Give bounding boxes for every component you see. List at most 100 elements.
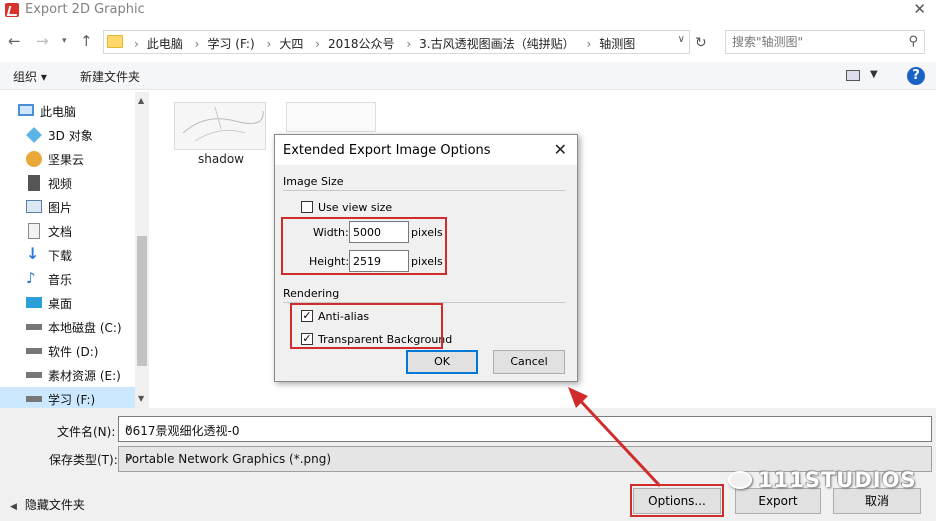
address-bar-row: ← → ▾ ↑ › 此电脑 › 学习 (F:) › 大四 › 2018公众号 › 3.古风… [0, 26, 936, 58]
sidebar-item-label: 桌面 [48, 297, 73, 311]
music-icon: ♪ [26, 269, 36, 287]
3d-objects-icon [26, 127, 42, 143]
forward-arrow-icon[interactable]: → [36, 32, 49, 50]
pictures-icon [26, 200, 42, 213]
ok-button[interactable]: OK [406, 350, 478, 374]
search-box[interactable]: ⚲ [725, 30, 925, 54]
breadcrumb-item[interactable]: 学习 (F:) [207, 37, 254, 51]
command-toolbar: 组织 ▾ 新建文件夹 ▼ ? [0, 62, 936, 90]
breadcrumb: › 此电脑 › 学习 (F:) › 大四 › 2018公众号 › 3.古风透视图画法（纯拼… [126, 35, 635, 52]
sidebar-item-label: 图片 [48, 201, 73, 215]
view-mode-icon[interactable] [846, 70, 860, 81]
scroll-up-icon[interactable]: ▲ [138, 96, 144, 105]
sidebar-item-documents[interactable]: 文档 [0, 219, 135, 243]
watermark-text: 111STUDIOS [758, 468, 917, 492]
sidebar-item-label: 学习 (F:) [48, 393, 96, 407]
file-thumbnail[interactable] [174, 102, 266, 150]
window-title: Export 2D Graphic [25, 2, 145, 17]
up-arrow-icon[interactable]: ↑ [80, 32, 93, 50]
breadcrumb-separator-icon: › [406, 37, 412, 51]
sidebar-item-pictures[interactable]: 图片 [0, 195, 135, 219]
breadcrumb-item[interactable]: 3.古风透视图画法（纯拼贴） [419, 37, 574, 51]
refresh-icon[interactable]: ↻ [695, 35, 707, 51]
chevron-down-icon[interactable]: ∨ [125, 453, 927, 464]
back-arrow-icon[interactable]: ← [8, 32, 21, 50]
scroll-down-icon[interactable]: ▼ [138, 394, 144, 403]
sidebar-item-label: 文档 [48, 225, 73, 239]
options-highlight-box [630, 484, 724, 517]
help-icon[interactable]: ? [907, 67, 925, 85]
breadcrumb-item[interactable]: 轴测图 [599, 37, 635, 51]
file-name-label[interactable]: shadow [198, 152, 244, 166]
image-size-group-label: Image Size [283, 175, 344, 188]
window-close-button[interactable]: ✕ [913, 0, 926, 18]
sidebar-item-label: 本地磁盘 (C:) [48, 321, 122, 335]
sidebar-item-videos[interactable]: 视频 [0, 171, 135, 195]
hide-folders-toggle[interactable]: ◀ 隐藏文件夹 [10, 496, 85, 513]
computer-icon [18, 104, 34, 116]
export-options-dialog: Extended Export Image Options ✕ Image Si… [274, 134, 578, 382]
sidebar-item-nutstore[interactable]: 坚果云 [0, 147, 135, 171]
dialog-title: Extended Export Image Options [283, 143, 491, 158]
sidebar-item-drive-f[interactable]: 学习 (F:) [0, 387, 135, 408]
sidebar-item-desktop[interactable]: 桌面 [0, 291, 135, 315]
window-titlebar: Export 2D Graphic ✕ [0, 0, 936, 22]
recent-dropdown-icon[interactable]: ▾ [62, 36, 67, 46]
drive-icon [26, 396, 42, 402]
sidebar-item-label: 下载 [48, 249, 73, 263]
filetype-label: 保存类型(T): [49, 453, 118, 467]
documents-icon [28, 223, 40, 239]
sketch-image [182, 106, 264, 142]
navigation-pane: 此电脑 3D 对象 坚果云 视频 图片 文档 ↓ 下载 ♪ 音乐 桌面 本地磁盘… [0, 92, 149, 408]
sidebar-item-label: 坚果云 [48, 153, 85, 167]
sidebar-item-drive-e[interactable]: 素材资源 (E:) [0, 363, 135, 387]
sidebar-item-this-pc[interactable]: 此电脑 [0, 99, 135, 123]
chevron-down-icon[interactable]: ∨ [125, 423, 927, 434]
sidebar-item-label: 此电脑 [40, 105, 77, 119]
filename-field[interactable]: 0617景观细化透视-0 ∨ [118, 416, 932, 442]
sidebar-item-downloads[interactable]: ↓ 下载 [0, 243, 135, 267]
sketchup-app-icon [5, 3, 19, 17]
use-view-size-checkbox[interactable] [301, 201, 313, 213]
download-icon: ↓ [26, 244, 40, 263]
breadcrumb-separator-icon: › [134, 37, 139, 51]
scrollbar-thumb[interactable] [137, 236, 147, 366]
new-folder-button[interactable]: 新建文件夹 [80, 68, 140, 85]
breadcrumb-item[interactable]: 此电脑 [147, 37, 183, 51]
folder-icon [107, 35, 123, 48]
drive-icon [26, 348, 42, 354]
hide-folders-label: 隐藏文件夹 [24, 498, 85, 512]
sidebar-item-label: 视频 [48, 177, 73, 191]
wechat-icon [728, 471, 752, 489]
dialog-cancel-button[interactable]: Cancel [493, 350, 565, 374]
use-view-size-label: Use view size [318, 201, 393, 214]
navigation-scrollbar[interactable]: ▲ ▼ [135, 92, 149, 408]
breadcrumb-separator-icon: › [194, 37, 200, 51]
sidebar-item-label: 音乐 [48, 273, 73, 287]
sidebar-item-drive-c[interactable]: 本地磁盘 (C:) [0, 315, 135, 339]
sidebar-item-label: 软件 (D:) [48, 345, 99, 359]
breadcrumb-separator-icon: › [586, 37, 592, 51]
rendering-group-label: Rendering [283, 287, 340, 300]
search-icon[interactable]: ⚲ [908, 34, 918, 49]
dialog-close-button[interactable]: ✕ [554, 140, 567, 159]
video-icon [28, 175, 40, 191]
breadcrumb-item[interactable]: 2018公众号 [328, 37, 395, 51]
sidebar-item-3d-objects[interactable]: 3D 对象 [0, 123, 135, 147]
organize-menu-button[interactable]: 组织 ▾ [13, 68, 47, 85]
size-highlight-box [281, 217, 447, 275]
sidebar-item-music[interactable]: ♪ 音乐 [0, 267, 135, 291]
breadcrumb-item[interactable]: 大四 [279, 37, 303, 51]
address-field[interactable]: › 此电脑 › 学习 (F:) › 大四 › 2018公众号 › 3.古风透视图画法（纯拼… [103, 30, 690, 54]
sidebar-item-drive-d[interactable]: 软件 (D:) [0, 339, 135, 363]
filename-label: 文件名(N): [57, 425, 116, 439]
search-input[interactable] [732, 34, 902, 50]
address-dropdown-icon[interactable]: ∨ [678, 34, 685, 45]
file-thumbnail[interactable] [286, 102, 376, 132]
save-panel: 文件名(N): 0617景观细化透视-0 ∨ 保存类型(T): Portable… [0, 408, 936, 521]
desktop-icon [26, 297, 42, 308]
group-divider [283, 190, 565, 191]
watermark: 111STUDIOS [728, 468, 917, 492]
view-dropdown-icon[interactable]: ▼ [870, 69, 878, 80]
drive-icon [26, 372, 42, 378]
